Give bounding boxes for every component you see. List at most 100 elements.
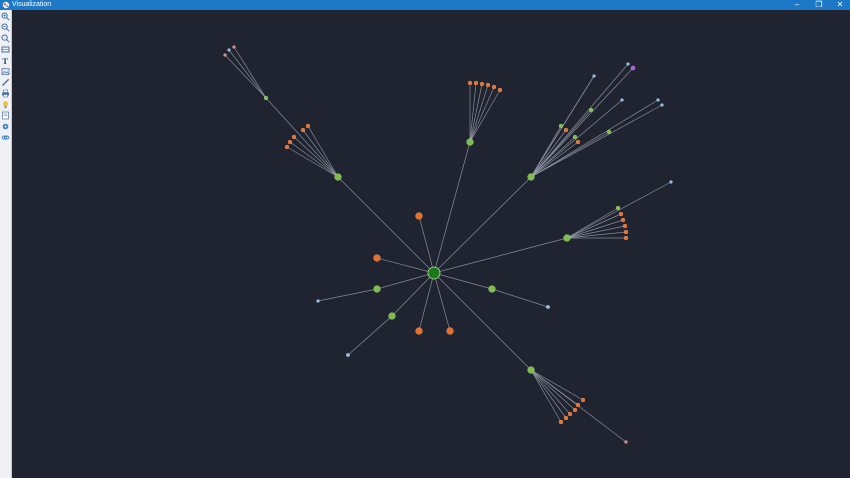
hub-node[interactable] — [263, 95, 269, 101]
close-button[interactable]: ✕ — [833, 0, 847, 10]
hub-node[interactable] — [588, 107, 594, 113]
leaf-node-orange[interactable] — [300, 127, 306, 133]
leaf-node-orange[interactable] — [446, 327, 454, 335]
svg-text:T: T — [2, 56, 8, 65]
hub-node[interactable] — [615, 205, 621, 211]
hub-node[interactable] — [563, 234, 571, 242]
leaf-node-orange[interactable] — [479, 81, 485, 87]
image-icon[interactable] — [1, 67, 10, 76]
hub-node[interactable] — [572, 134, 578, 140]
restore-button[interactable]: ❐ — [812, 0, 826, 10]
graph-edge — [566, 225, 626, 239]
leaf-node-orange[interactable] — [620, 217, 626, 223]
graph-edge — [530, 141, 579, 178]
leaf-node-blue[interactable] — [346, 353, 351, 358]
leaf-node-orange[interactable] — [467, 80, 473, 86]
graph-edge — [317, 288, 378, 302]
graph-edge — [530, 104, 663, 178]
print-icon[interactable] — [1, 89, 10, 98]
leaf-node-purple[interactable] — [630, 65, 636, 71]
hub-node[interactable] — [558, 123, 564, 129]
graph-edge — [566, 213, 622, 239]
leaf-node-orange[interactable] — [485, 82, 491, 88]
leaf-node-orange[interactable] — [623, 229, 629, 235]
graph-canvas[interactable] — [12, 10, 850, 478]
hub-node[interactable] — [527, 366, 535, 374]
fit-window-icon[interactable] — [1, 45, 10, 54]
graph-edge — [530, 129, 567, 178]
graph-edge — [491, 288, 549, 308]
hub-node[interactable] — [334, 173, 342, 181]
leaf-node-blue[interactable] — [626, 62, 630, 66]
leaf-node-blue[interactable] — [669, 180, 673, 184]
graph-edge — [433, 272, 532, 371]
graph-edge — [469, 83, 483, 143]
leaf-node-orange[interactable] — [291, 134, 297, 140]
graph-edge — [418, 272, 435, 332]
leaf-node-orange[interactable] — [415, 212, 423, 220]
leaf-node-orange[interactable] — [563, 415, 569, 421]
leaf-node-orange[interactable] — [305, 123, 311, 129]
leaf-node-orange[interactable] — [567, 411, 573, 417]
leaf-node-orange[interactable] — [373, 254, 381, 262]
graph-edge — [530, 63, 629, 178]
leaf-node-orange[interactable] — [497, 87, 503, 93]
leaf-node-orange[interactable] — [491, 84, 497, 90]
leaf-node-pink[interactable] — [232, 45, 236, 49]
graph-edge — [337, 176, 435, 274]
leaf-node-blue[interactable] — [656, 98, 660, 102]
leaf-node-blue[interactable] — [316, 299, 320, 303]
graph-edge — [469, 86, 495, 143]
hub-node[interactable] — [388, 312, 396, 320]
graph-edge — [391, 272, 435, 317]
leaf-node-orange[interactable] — [580, 397, 586, 403]
pencil-icon[interactable] — [1, 78, 10, 87]
leaf-node-blue[interactable] — [592, 74, 596, 78]
graph-edge — [293, 136, 339, 178]
page-icon[interactable] — [1, 111, 10, 120]
leaf-node-blue[interactable] — [546, 305, 551, 310]
leaf-node-blue[interactable] — [227, 48, 231, 52]
graph-edge — [418, 215, 435, 274]
leaf-node-orange[interactable] — [623, 235, 629, 241]
text-icon[interactable]: T — [1, 56, 10, 65]
hub-node[interactable] — [527, 173, 535, 181]
graph-edge — [433, 272, 493, 290]
leaf-node-orange[interactable] — [575, 139, 581, 145]
link-icon[interactable] — [1, 133, 10, 142]
graph-edge — [530, 369, 584, 401]
zoom-fit-icon[interactable] — [1, 34, 10, 43]
graph-edge — [265, 97, 339, 178]
minimize-button[interactable]: – — [790, 0, 804, 10]
graph-edge — [307, 125, 339, 178]
graph-edge — [302, 129, 339, 178]
hub-node[interactable] — [488, 285, 496, 293]
center-node[interactable] — [427, 266, 441, 280]
leaf-node-orange[interactable] — [563, 127, 569, 133]
hub-node[interactable] — [606, 129, 612, 135]
leaf-node-orange[interactable] — [287, 139, 293, 145]
left-toolbar: T — [0, 10, 12, 478]
graph-edge — [433, 176, 532, 274]
hub-node[interactable] — [373, 285, 381, 293]
leaf-node-blue[interactable] — [620, 98, 624, 102]
window-title: Visualization — [12, 1, 52, 8]
leaf-node-orange[interactable] — [622, 223, 628, 229]
network-graph[interactable] — [12, 10, 850, 478]
zoom-out-icon[interactable] — [1, 23, 10, 32]
leaf-node-orange[interactable] — [415, 327, 423, 335]
leaf-node-blue[interactable] — [660, 103, 664, 107]
leaf-node-orange[interactable] — [284, 144, 290, 150]
hub-node[interactable] — [466, 138, 474, 146]
leaf-node-orange[interactable] — [572, 407, 578, 413]
leaf-node-orange[interactable] — [575, 402, 581, 408]
leaf-node-orange[interactable] — [473, 80, 479, 86]
leaf-node-pink[interactable] — [223, 53, 227, 57]
settings-icon[interactable] — [1, 122, 10, 131]
zoom-in-icon[interactable] — [1, 12, 10, 21]
leaf-node-orange[interactable] — [618, 211, 624, 217]
leaf-node-orange[interactable] — [558, 419, 564, 425]
light-icon[interactable] — [1, 100, 10, 109]
graph-edge — [530, 99, 659, 178]
leaf-node-pink[interactable] — [624, 440, 628, 444]
